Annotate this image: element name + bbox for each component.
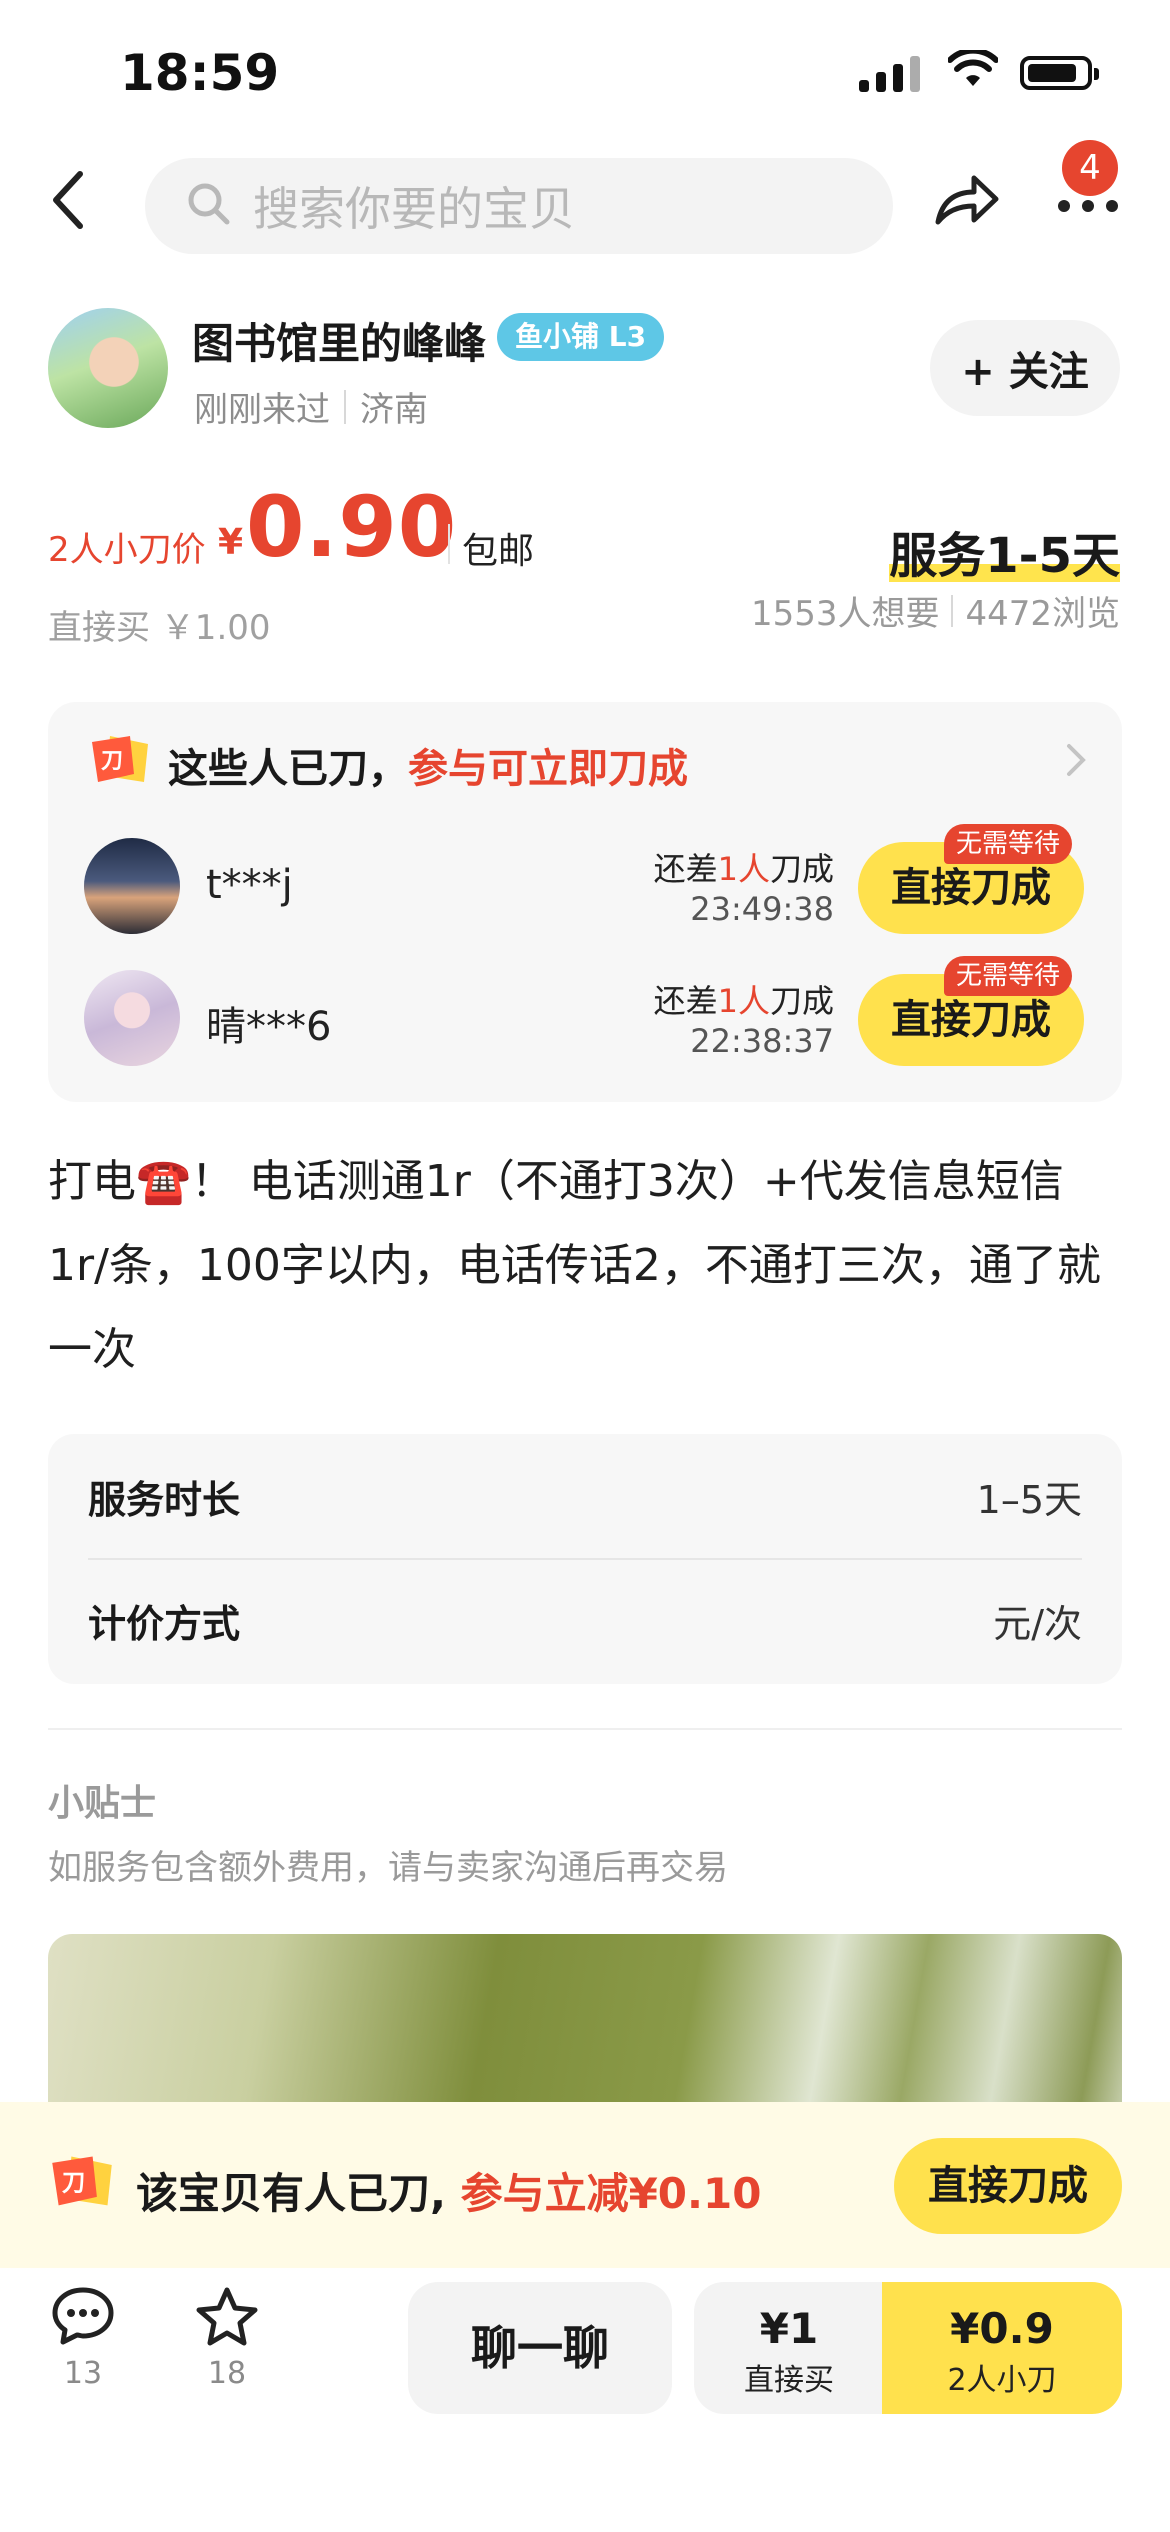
- kan-timer: 23:49:38: [690, 890, 834, 928]
- divider: [448, 524, 450, 564]
- kan-buy-price: ¥0.9: [950, 2304, 1054, 2353]
- kan-tag-icon: 刀: [88, 732, 152, 792]
- chevron-right-icon[interactable]: [1064, 742, 1088, 782]
- views-count: 4472浏览: [965, 594, 1120, 634]
- favorites-count: 18: [207, 2356, 247, 2391]
- service-days: 服务1-5天: [889, 516, 1120, 586]
- banner-kan-button[interactable]: 直接刀成: [894, 2138, 1122, 2234]
- seller-location: 济南: [360, 390, 428, 430]
- info-key: 计价方式: [88, 1601, 241, 1646]
- remain-text: 刀成: [769, 982, 834, 1020]
- status-time: 18:59: [120, 44, 280, 102]
- item-description: 打电☎️！ 电话测通1r（不通打3次）+代发信息短信1r/条，100字以内，电话…: [48, 1156, 1101, 1375]
- banner-text: 该宝贝有人已刀, 参与立减¥0.10: [136, 2160, 761, 2221]
- no-wait-tag: 无需等待: [944, 824, 1073, 864]
- tips-title: 小贴士: [48, 1783, 157, 1824]
- comments-count: 13: [63, 2356, 103, 2391]
- kan-remaining: 还差1人刀成: [654, 976, 834, 1022]
- info-row-pricing: 计价方式 元/次: [88, 1558, 1082, 1682]
- favorite-button[interactable]: 18: [172, 2286, 282, 2391]
- divider: [48, 1728, 1122, 1730]
- remain-count: 1人: [717, 850, 770, 888]
- kan-title-highlight: 参与可立即刀成: [408, 746, 688, 792]
- item-stats: 1553人想要 4472浏览: [751, 586, 1120, 635]
- direct-buy-price: 直接买 ￥1.00: [48, 608, 271, 648]
- banner-text-main: 该宝贝有人已刀,: [136, 2169, 461, 2218]
- battery-icon: [1020, 56, 1099, 90]
- info-key: 服务时长: [88, 1477, 241, 1522]
- cellular-signal-icon: [859, 56, 920, 92]
- search-icon: [185, 180, 233, 232]
- kan-buy-button[interactable]: ¥0.9 2人小刀: [882, 2282, 1122, 2414]
- kan-tag-icon: 刀: [48, 2152, 116, 2216]
- kan-timer: 22:38:37: [690, 1022, 834, 1060]
- seller-name[interactable]: 图书馆里的峰峰: [192, 310, 486, 371]
- direct-buy-price: ¥1: [759, 2304, 819, 2353]
- search-placeholder: 搜索你要的宝贝: [253, 182, 575, 236]
- currency-symbol: ¥: [218, 522, 244, 563]
- direct-buy-label: 直接买: [744, 2363, 834, 2398]
- banner-text-highlight: 参与立减¥0.10: [460, 2169, 762, 2218]
- back-icon[interactable]: [48, 170, 88, 234]
- remain-text: 刀成: [769, 850, 834, 888]
- info-row-duration: 服务时长 1–5天: [88, 1434, 1082, 1560]
- last-seen: 刚刚来过: [194, 390, 330, 430]
- more-icon[interactable]: [1058, 200, 1118, 212]
- info-value: 元/次: [993, 1601, 1082, 1646]
- kan-panel-title: 这些人已刀，参与可立即刀成: [168, 736, 688, 794]
- kan-price-label: 2人小刀价: [48, 530, 206, 570]
- wifi-icon: [947, 47, 999, 92]
- kan-user-avatar: [84, 970, 180, 1066]
- kan-price: 0.90: [246, 478, 458, 576]
- kan-remaining: 还差1人刀成: [654, 844, 834, 890]
- kan-user-name: 晴***6: [206, 1004, 332, 1050]
- kan-user-name: t***j: [206, 862, 293, 908]
- tips-text: 如服务包含额外费用，请与卖家沟通后再交易: [48, 1848, 728, 1888]
- wants-count: 1553人想要: [750, 594, 940, 634]
- svg-text:刀: 刀: [62, 2169, 85, 2197]
- svg-text:刀: 刀: [101, 749, 123, 774]
- no-wait-tag: 无需等待: [944, 956, 1073, 996]
- kan-title-text: 这些人已刀，: [168, 746, 408, 792]
- seller-meta: 刚刚来过 济南: [194, 382, 428, 431]
- chat-button[interactable]: 聊一聊: [408, 2282, 672, 2414]
- search-input[interactable]: 搜索你要的宝贝: [145, 158, 893, 254]
- remain-text: 还差: [653, 982, 718, 1020]
- follow-button[interactable]: + 关注: [930, 320, 1120, 416]
- shop-level-badge: 鱼小铺 L3: [497, 313, 665, 361]
- seller-avatar[interactable]: [48, 308, 168, 428]
- star-icon: [195, 2287, 259, 2350]
- kan-buy-label: 2人小刀: [947, 2363, 1057, 2398]
- share-icon[interactable]: [934, 172, 1000, 232]
- remain-text: 还差: [653, 850, 718, 888]
- info-value: 1–5天: [976, 1477, 1082, 1522]
- notification-badge: 4: [1062, 140, 1118, 196]
- shipping-label: 包邮: [462, 531, 535, 572]
- comments-button[interactable]: 13: [28, 2286, 138, 2391]
- kan-user-avatar: [84, 838, 180, 934]
- direct-buy-button[interactable]: ¥1 直接买: [694, 2282, 884, 2414]
- chat-bubble-icon: [51, 2287, 115, 2350]
- remain-count: 1人: [717, 982, 770, 1020]
